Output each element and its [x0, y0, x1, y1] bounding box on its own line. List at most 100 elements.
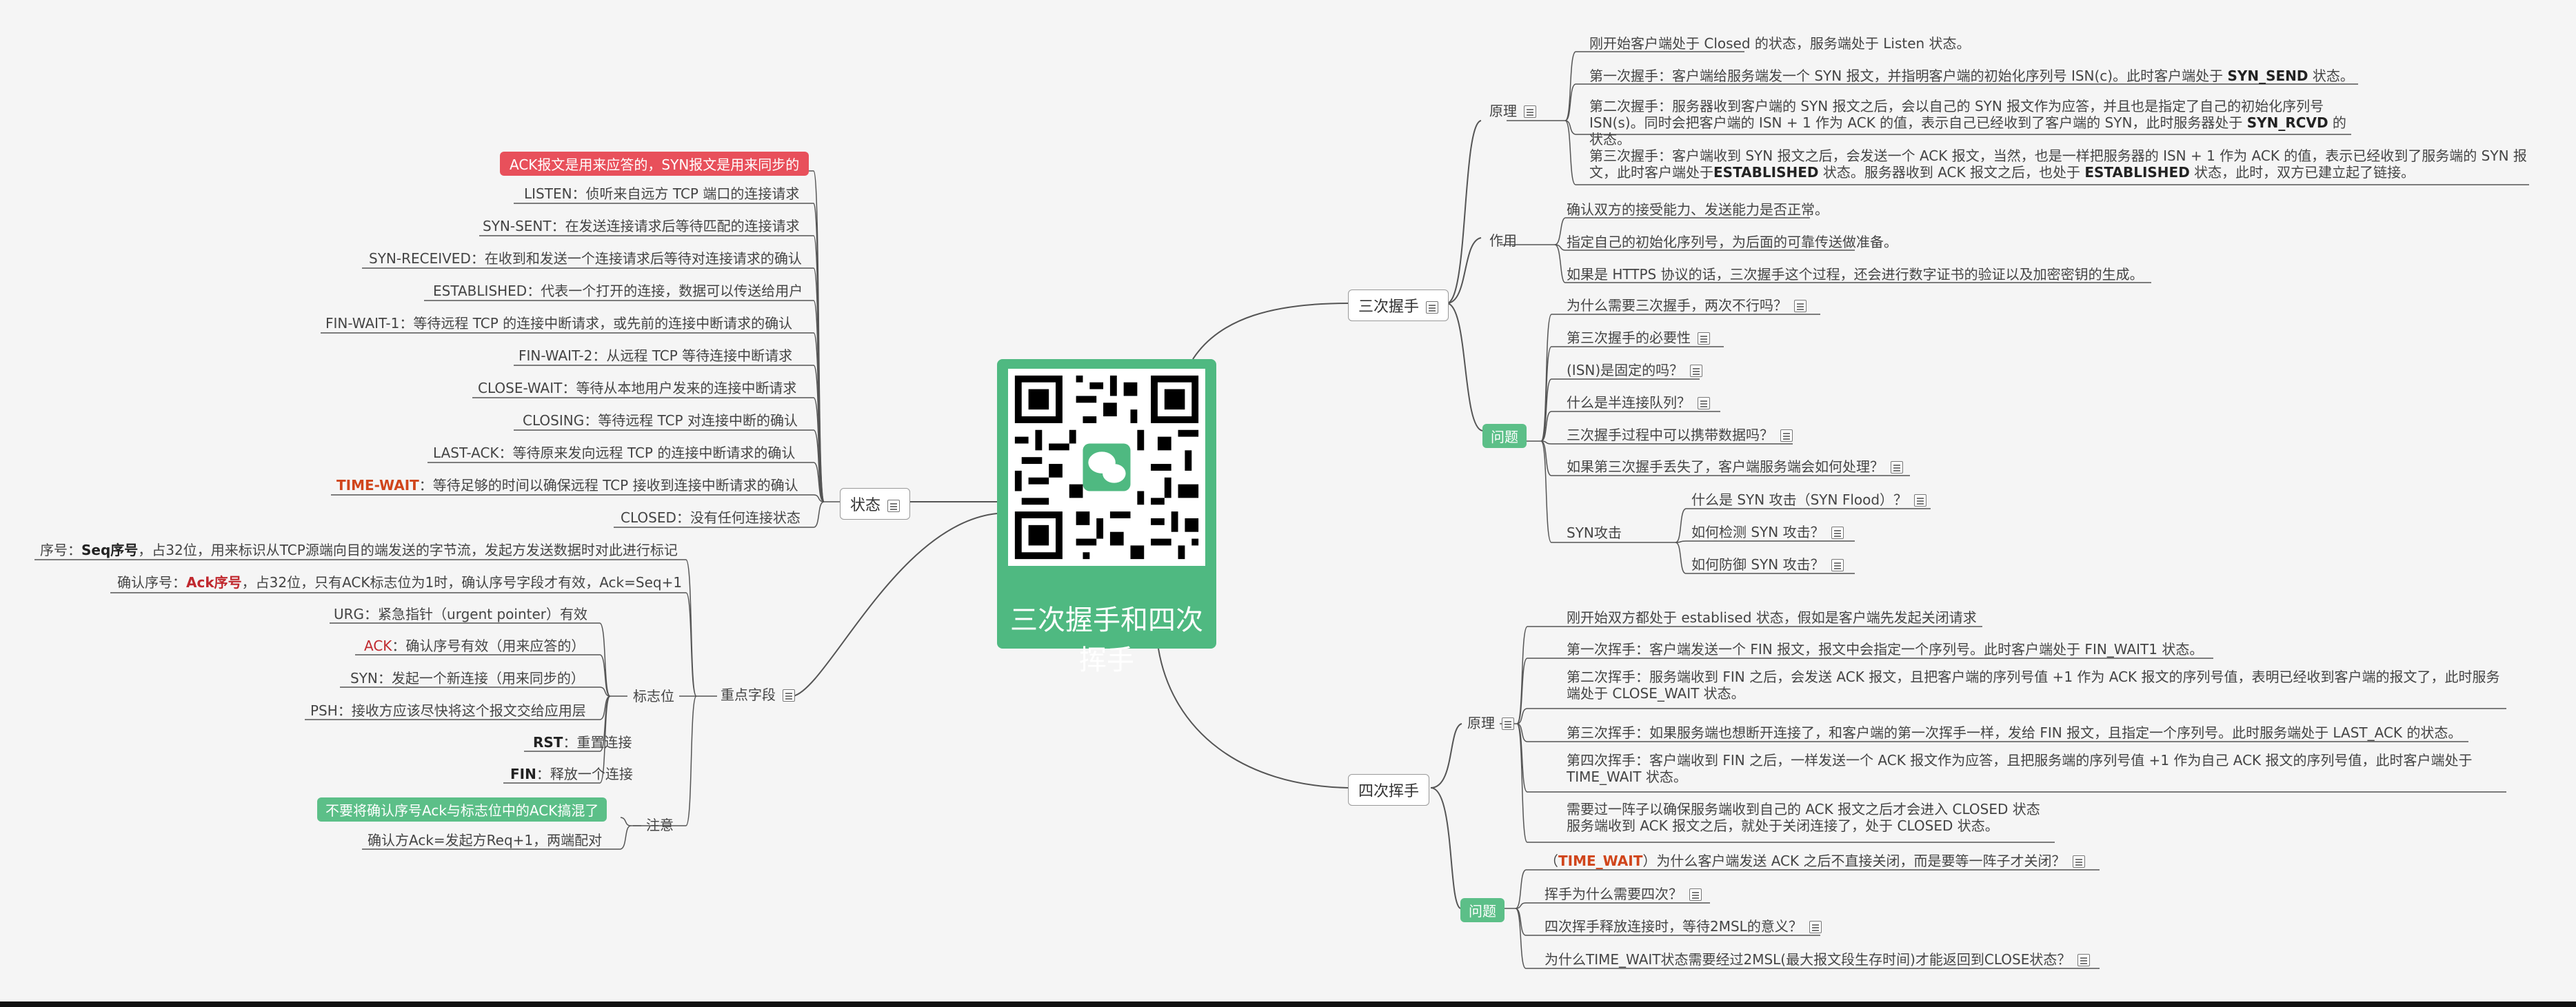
label: 四次挥手释放连接时，等待2MSL的意义？ — [1544, 918, 1802, 935]
handshake-questions[interactable]: 问题 — [1482, 424, 1527, 448]
list-item: 确认双方的接受能力、发送能力是否正常。 — [1567, 201, 1829, 218]
key: RST — [533, 734, 563, 751]
flag-item: FIN：释放一个连接 — [510, 765, 633, 783]
label: 如何检测 SYN 攻击？ — [1691, 524, 1824, 540]
label: 如果第三次握手丢失了，客户端服务端会如何处理？ — [1567, 458, 1884, 475]
list-item: 第一次挥手：客户端发送一个 FIN 报文，报文中会指定一个序列号。此时客户端处于… — [1567, 641, 2204, 658]
label: 为什么需要三次握手，两次不行吗？ — [1567, 297, 1787, 314]
state-item: CLOSING：等待远程 TCP 对连接中断的确认 — [523, 412, 798, 429]
key: FIN — [510, 766, 536, 782]
state-banner: ACK报文是用来应答的，SYN报文是用来同步的 — [500, 152, 809, 176]
handshake-principle[interactable]: 原理 — [1489, 102, 1536, 120]
note-icon[interactable] — [1831, 559, 1844, 571]
notes-node[interactable]: 注意 — [646, 816, 674, 834]
question-item[interactable]: （TIME_WAIT）为什么客户端发送 ACK 之后不直接关闭，而是要等一阵子才… — [1544, 852, 2085, 870]
flag-item: RST：重置连接 — [533, 733, 632, 751]
state-item: SYN-SENT：在发送连接请求后等待匹配的连接请求 — [483, 218, 800, 234]
label: （TIME_WAIT）为什么客户端发送 ACK 之后不直接关闭，而是要等一阵子才… — [1544, 853, 2066, 869]
state-item: CLOSED：没有任何连接状态 — [621, 509, 801, 526]
list-item: 如果是 HTTPS 协议的话，三次握手这个过程，还会进行数字证书的验证以及加密密… — [1567, 266, 2144, 283]
seq-field: 序号：Seq序号，占32位，用来标识从TCP源端向目的端发送的字节流，发起方发送… — [40, 541, 678, 559]
note-icon[interactable] — [1914, 494, 1927, 507]
wechat-qr-code-icon — [1008, 369, 1205, 566]
note-icon[interactable] — [1891, 461, 1903, 474]
label: ：释放一个连接 — [536, 766, 633, 782]
label: ：重置连接 — [563, 734, 632, 751]
question-item[interactable]: 如何防御 SYN 攻击？ — [1691, 556, 1844, 573]
note-icon[interactable] — [2072, 855, 2085, 868]
label: 为什么TIME_WAIT状态需要经过2MSL(最大报文段生存时间)才能返回到CL… — [1544, 951, 2071, 968]
branch-label: 重点字段 — [721, 686, 776, 703]
flag-item: SYN：发起一个新连接（用来同步的） — [350, 670, 585, 686]
label: 确认序号： — [117, 574, 186, 591]
note-icon[interactable] — [1698, 332, 1710, 345]
question-item[interactable]: 为什么TIME_WAIT状态需要经过2MSL(最大报文段生存时间)才能返回到CL… — [1544, 950, 2091, 968]
center-title: 三次握手和四次挥手 — [1010, 604, 1203, 676]
flags-node[interactable]: 标志位 — [633, 687, 674, 705]
branch-key-fields[interactable]: 重点字段 — [721, 686, 795, 704]
flag-item: URG：紧急指针（urgent pointer）有效 — [334, 606, 587, 622]
question-item[interactable]: 三次握手过程中可以携带数据吗？ — [1567, 426, 1793, 444]
label: 如何防御 SYN 攻击？ — [1691, 556, 1824, 573]
key: ACK — [364, 638, 392, 654]
list-item: 需要过一阵子以确保服务端收到自己的 ACK 报文之后才会进入 CLOSED 状态… — [1567, 801, 2040, 834]
state-item: TIME-WAIT：等待足够的时间以确保远程 TCP 接收到连接中断请求的确认 — [336, 476, 798, 494]
label: 三次握手过程中可以携带数据吗？ — [1567, 427, 1773, 443]
branch-four-way-wave[interactable]: 四次挥手 — [1348, 774, 1430, 806]
list-item: 第三次握手：客户端收到 SYN 报文之后，会发送一个 ACK 报文，当然，也是一… — [1589, 148, 2527, 181]
list-item: 第三次挥手：如果服务端也想断开连接了，和客户端的第一次挥手一样，发给 FIN 报… — [1567, 724, 2462, 741]
note-icon[interactable] — [887, 500, 900, 512]
handshake-role[interactable]: 作用 — [1489, 232, 1517, 250]
center-topic[interactable]: 三次握手和四次挥手 — [997, 359, 1216, 676]
list-item: 第一次握手：客户端给服务端发一个 SYN 报文，并指明客户端的初始化序列号 IS… — [1589, 68, 2354, 84]
wave-principle[interactable]: 原理 — [1467, 714, 1514, 732]
question-item[interactable]: 四次挥手释放连接时，等待2MSL的意义？ — [1544, 917, 1822, 935]
note-icon[interactable] — [1780, 429, 1793, 442]
question-item[interactable]: 如果第三次握手丢失了，客户端服务端会如何处理？ — [1567, 458, 1903, 476]
label: 挥手为什么需要四次？ — [1544, 886, 1682, 902]
label: ，占32位，用来标识从TCP源端向目的端发送的字节流，发起方发送数据时对此进行标… — [138, 542, 678, 558]
question-item[interactable]: 什么是 SYN 攻击（SYN Flood）？ — [1691, 491, 1927, 509]
note-icon[interactable] — [1524, 105, 1536, 118]
note-icon[interactable] — [783, 689, 795, 702]
question-item[interactable]: (ISN)是固定的吗？ — [1567, 361, 1703, 379]
list-item: 第二次握手：服务器收到客户端的 SYN 报文之后，会以自己的 SYN 报文作为应… — [1589, 98, 2346, 148]
question-item[interactable]: 挥手为什么需要四次？ — [1544, 885, 1702, 903]
question-item[interactable]: 如何检测 SYN 攻击？ — [1691, 523, 1844, 541]
key: Ack序号 — [186, 574, 242, 591]
note-icon[interactable] — [1690, 365, 1703, 377]
list-item: 指定自己的初始化序列号，为后面的可靠传送做准备。 — [1567, 234, 1898, 250]
label: 原理 — [1489, 103, 1517, 119]
list-item: 刚开始双方都处于 establised 状态，假如是客户端先发起关闭请求 — [1567, 609, 1977, 626]
note-icon[interactable] — [2077, 954, 2091, 966]
label: 什么是 SYN 攻击（SYN Flood）？ — [1691, 491, 1908, 508]
wave-questions[interactable]: 问题 — [1460, 898, 1505, 922]
state-item: ESTABLISHED：代表一个打开的连接，数据可以传送给用户 — [433, 283, 803, 299]
bottom-border — [0, 1001, 2576, 1007]
branch-label: 状态 — [850, 497, 881, 514]
branch-state[interactable]: 状态 — [840, 488, 911, 520]
note-icon[interactable] — [1502, 718, 1514, 730]
syn-attack[interactable]: SYN攻击 — [1567, 524, 1622, 542]
note-icon[interactable] — [1698, 397, 1710, 409]
note-icon[interactable] — [1809, 921, 1822, 933]
note-icon[interactable] — [1689, 888, 1702, 901]
question-item[interactable]: 第三次握手的必要性 — [1567, 329, 1710, 347]
label: 第三次握手的必要性 — [1567, 329, 1691, 346]
list-item: 刚开始客户端处于 Closed 的状态，服务端处于 Listen 状态。 — [1589, 35, 1971, 52]
branch-three-way-handshake[interactable]: 三次握手 — [1348, 289, 1449, 321]
state-item: LAST-ACK：等待原来发向远程 TCP 的连接中断请求的确认 — [433, 445, 796, 461]
flag-item: PSH：接收方应该尽快将这个报文交给应用层 — [310, 702, 586, 719]
state-item: SYN-RECEIVED：在收到和发送一个连接请求后等待对连接请求的确认 — [369, 250, 802, 267]
note-icon[interactable] — [1794, 300, 1807, 312]
label: 原理 — [1467, 715, 1495, 731]
label: (ISN)是固定的吗？ — [1567, 362, 1684, 378]
question-item[interactable]: 什么是半连接队列？ — [1567, 394, 1710, 411]
question-item[interactable]: 为什么需要三次握手，两次不行吗？ — [1567, 296, 1807, 314]
note-icon[interactable] — [1831, 527, 1844, 539]
note-icon[interactable] — [1426, 301, 1439, 314]
branch-label: 四次挥手 — [1358, 783, 1420, 800]
label: ，占32位，只有ACK标志位为1时，确认序号字段才有效，Ack=Seq+1 — [241, 574, 683, 591]
label: 什么是半连接队列？ — [1567, 394, 1691, 411]
notes-warning: 不要将确认序号Ack与标志位中的ACK搞混了 — [317, 797, 607, 822]
